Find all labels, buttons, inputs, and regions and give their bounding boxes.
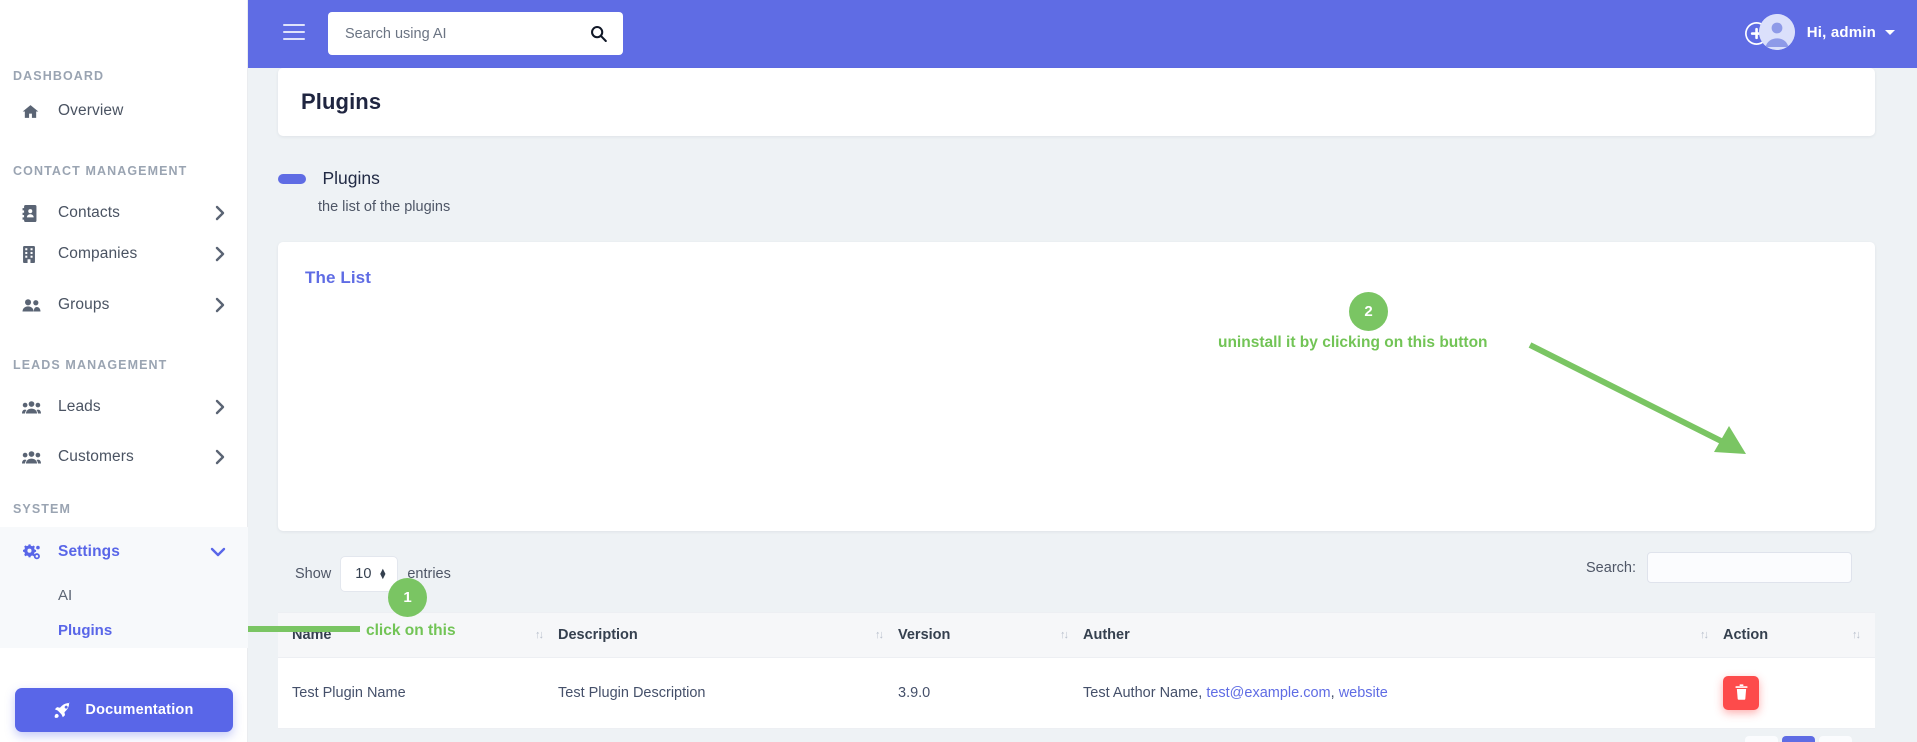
author-separator: ,	[1330, 685, 1335, 701]
sidebar-subitem-ai[interactable]: AI	[0, 577, 248, 613]
sidebar: DASHBOARD Overview CONTACT MANAGEMENT Co…	[0, 0, 248, 742]
show-entries-control: Show 10 ▲ ▼ entries	[295, 556, 451, 592]
updown-icon: ▲ ▼	[378, 566, 388, 581]
contact-book-icon	[22, 204, 48, 222]
author-email-link[interactable]: test@example.com	[1206, 685, 1330, 701]
sidebar-subitem-plugins[interactable]: Plugins	[0, 612, 248, 648]
sidebar-item-customers[interactable]: Customers	[0, 432, 248, 482]
pagination-next[interactable]	[1819, 736, 1852, 742]
table-row: Test Plugin Name Test Plugin Description…	[278, 657, 1875, 729]
chevron-down-icon	[210, 547, 226, 558]
sidebar-item-label: Leads	[58, 398, 101, 415]
app-root: DASHBOARD Overview CONTACT MANAGEMENT Co…	[0, 0, 1917, 742]
sidebar-item-label: Companies	[58, 245, 138, 262]
author-website-link[interactable]: website	[1339, 685, 1388, 701]
table-search-control: Search:	[1586, 552, 1852, 583]
table-head: Name ↑↓ Description ↑↓ Version ↑↓ Auther…	[278, 612, 1875, 658]
sidebar-item-label: Customers	[58, 448, 134, 465]
chevron-right-icon	[215, 449, 226, 465]
sidebar-item-label: Contacts	[58, 204, 120, 221]
sort-updown-icon: ↑↓	[1700, 629, 1709, 641]
documentation-button-label: Documentation	[85, 702, 194, 718]
sort-updown-icon: ↑↓	[1060, 629, 1069, 641]
sidebar-item-label: Settings	[58, 543, 120, 560]
column-header-auther[interactable]: Auther ↑↓	[1083, 612, 1723, 658]
cell-auther: Test Author Name, test@example.com, webs…	[1083, 657, 1723, 729]
table-header-row: Name ↑↓ Description ↑↓ Version ↑↓ Auther…	[278, 612, 1875, 658]
rocket-icon	[54, 701, 71, 719]
table-body: Test Plugin Name Test Plugin Description…	[278, 657, 1875, 729]
page-header-card: Plugins	[278, 68, 1875, 136]
table-search-label: Search:	[1586, 559, 1636, 576]
sidebar-item-overview[interactable]: Overview	[0, 86, 248, 136]
annotation-badge-1: 1	[388, 578, 427, 617]
show-label: Show	[295, 566, 332, 582]
uninstall-plugin-button[interactable]	[1723, 676, 1759, 710]
pagination: 1	[1745, 736, 1852, 742]
annotation-badge-2: 2	[1349, 292, 1388, 331]
user-avatar-icon	[1758, 14, 1795, 50]
sidebar-item-settings[interactable]: Settings	[0, 527, 248, 577]
pagination-prev[interactable]	[1745, 736, 1778, 742]
users-group-icon	[22, 400, 48, 415]
subheader-description: the list of the plugins	[318, 199, 451, 215]
sidebar-item-companies[interactable]: Companies	[0, 229, 248, 279]
hamburger-icon[interactable]	[283, 24, 305, 41]
search-input[interactable]	[328, 25, 590, 42]
sidebar-section-dashboard: DASHBOARD	[13, 69, 105, 83]
chevron-down-icon[interactable]	[1885, 29, 1895, 35]
page-title: Plugins	[301, 89, 382, 114]
plugins-table: Name ↑↓ Description ↑↓ Version ↑↓ Auther…	[278, 612, 1875, 729]
sidebar-subitem-label: AI	[58, 586, 73, 604]
card-title: The List	[305, 268, 371, 287]
home-icon	[22, 103, 48, 120]
page-subheader: Plugins the list of the plugins	[278, 168, 450, 215]
search-icon[interactable]	[590, 25, 623, 42]
user-menu[interactable]: Hi, admin	[1758, 14, 1895, 50]
annotation-text-2: uninstall it by clicking on this button	[1218, 334, 1488, 351]
trash-icon	[1734, 683, 1749, 703]
sidebar-item-label: Groups	[58, 296, 110, 313]
entries-length-value: 10	[355, 566, 372, 582]
accent-dash-icon	[278, 173, 306, 184]
column-header-action[interactable]: Action ↑↓	[1723, 612, 1875, 658]
chevron-right-icon	[215, 205, 226, 221]
sidebar-section-contact-management: CONTACT MANAGEMENT	[13, 164, 188, 178]
column-header-version[interactable]: Version ↑↓	[898, 612, 1083, 658]
sort-updown-icon: ↑↓	[535, 629, 544, 641]
chevron-right-icon	[215, 246, 226, 262]
documentation-button[interactable]: Documentation	[15, 688, 233, 732]
table-search-input[interactable]	[1647, 552, 1852, 583]
author-name: Test Author Name,	[1083, 685, 1203, 701]
users-group-icon	[22, 450, 48, 465]
sidebar-subitem-label: Plugins	[58, 621, 113, 639]
global-search[interactable]	[328, 12, 623, 55]
sidebar-item-leads[interactable]: Leads	[0, 382, 248, 432]
column-header-description[interactable]: Description ↑↓	[558, 612, 898, 658]
chevron-right-icon	[215, 297, 226, 313]
top-bar: Hi, admin	[248, 0, 1917, 68]
subheader-title: Plugins	[322, 168, 380, 188]
sidebar-section-system: SYSTEM	[13, 502, 71, 516]
chevron-right-icon	[215, 399, 226, 415]
users-icon	[22, 298, 48, 313]
entries-length-select[interactable]: 10 ▲ ▼	[340, 556, 399, 592]
cell-name: Test Plugin Name	[278, 657, 558, 729]
cell-version: 3.9.0	[898, 657, 1083, 729]
user-greeting: Hi, admin	[1806, 23, 1876, 41]
sidebar-item-groups[interactable]: Groups	[0, 280, 248, 330]
annotation-text-1: click on this	[366, 622, 456, 639]
cell-description: Test Plugin Description	[558, 657, 898, 729]
sidebar-item-label: Overview	[58, 102, 124, 119]
pagination-page-1[interactable]: 1	[1782, 736, 1815, 742]
plugins-card: The List Show 10 ▲ ▼ entries Search: Name…	[278, 242, 1875, 742]
cell-action	[1723, 657, 1875, 729]
building-icon	[22, 245, 48, 263]
sort-updown-icon: ↑↓	[875, 629, 884, 641]
cogs-icon	[22, 543, 48, 561]
sidebar-section-leads-management: LEADS MANAGEMENT	[13, 358, 168, 372]
sort-updown-icon: ↑↓	[1852, 629, 1861, 641]
